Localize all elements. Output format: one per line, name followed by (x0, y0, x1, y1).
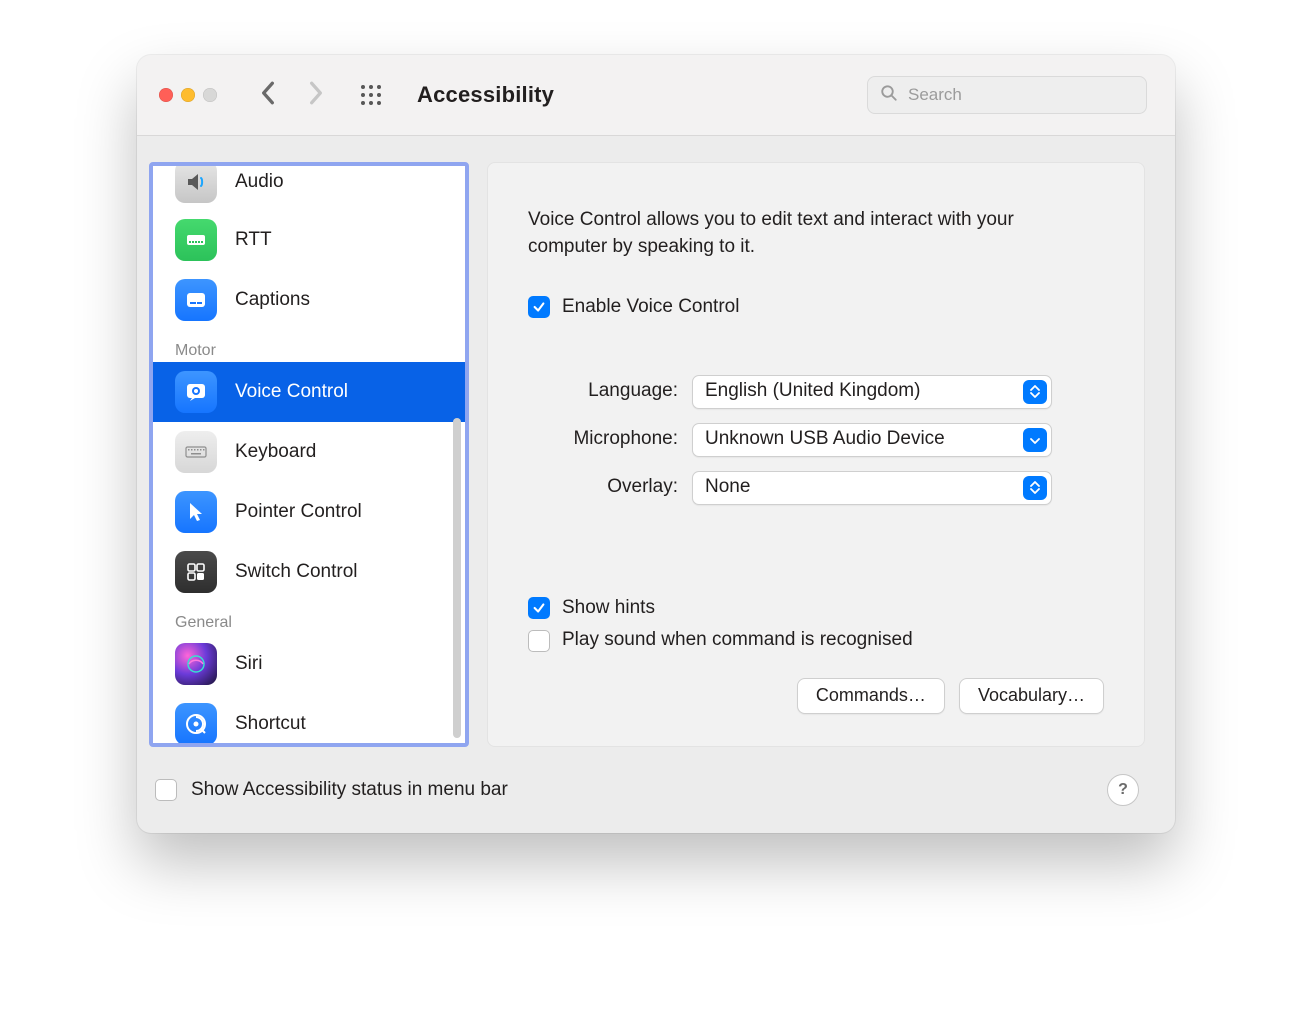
forward-button[interactable] (307, 80, 325, 111)
back-button[interactable] (259, 80, 277, 111)
play-sound-checkbox[interactable] (528, 630, 550, 652)
enable-voice-control-checkbox[interactable] (528, 296, 550, 318)
show-all-button[interactable] (359, 83, 383, 107)
sidebar-item-switch-control[interactable]: Switch Control (153, 542, 465, 602)
sidebar-item-captions[interactable]: Captions (153, 270, 465, 330)
microphone-value: Unknown USB Audio Device (705, 426, 945, 453)
sidebar-item-shortcut[interactable]: Shortcut (153, 694, 465, 743)
overlay-label: Overlay: (528, 474, 678, 501)
status-menubar-label: Show Accessibility status in menu bar (191, 779, 508, 801)
updown-icon (1023, 380, 1047, 404)
voice-control-description: Voice Control allows you to edit text an… (528, 207, 1088, 260)
sidebar-header-motor: Motor (153, 330, 465, 362)
sidebar-item-label: Keyboard (235, 441, 316, 463)
toolbar: Accessibility (137, 55, 1175, 136)
updown-icon (1023, 476, 1047, 500)
sidebar-item-audio[interactable]: Audio (153, 166, 465, 210)
zoom-window-button[interactable] (203, 88, 217, 102)
overlay-value: None (705, 474, 750, 501)
search-icon (880, 84, 898, 107)
footer: Show Accessibility status in menu bar ? (149, 765, 1145, 815)
sidebar-item-label: Audio (235, 171, 284, 193)
language-select[interactable]: English (United Kingdom) (692, 375, 1052, 409)
sidebar-header-general: General (153, 602, 465, 634)
microphone-select[interactable]: Unknown USB Audio Device (692, 423, 1052, 457)
shortcut-icon (175, 703, 217, 743)
sidebar-item-label: Captions (235, 289, 310, 311)
play-sound-label: Play sound when command is recognised (562, 627, 913, 654)
captions-icon (175, 279, 217, 321)
microphone-label: Microphone: (528, 426, 678, 453)
sidebar-scrollbar[interactable] (453, 418, 461, 738)
show-hints-label: Show hints (562, 595, 655, 622)
sidebar-item-rtt[interactable]: RTT (153, 210, 465, 270)
commands-button[interactable]: Commands… (797, 678, 945, 714)
language-label: Language: (528, 378, 678, 405)
sidebar-item-label: Switch Control (235, 561, 358, 583)
sidebar-item-siri[interactable]: Siri (153, 634, 465, 694)
siri-icon (175, 643, 217, 685)
minimize-window-button[interactable] (181, 88, 195, 102)
overlay-select[interactable]: None (692, 471, 1052, 505)
rtt-icon (175, 219, 217, 261)
vocabulary-button[interactable]: Vocabulary… (959, 678, 1104, 714)
voice-control-icon (175, 371, 217, 413)
keyboard-icon (175, 431, 217, 473)
sidebar-item-label: Voice Control (235, 381, 348, 403)
close-window-button[interactable] (159, 88, 173, 102)
switch-control-icon (175, 551, 217, 593)
pointer-icon (175, 491, 217, 533)
show-hints-checkbox[interactable] (528, 597, 550, 619)
sidebar-item-voice-control[interactable]: Voice Control (153, 362, 465, 422)
status-menubar-checkbox[interactable] (155, 779, 177, 801)
speaker-icon (175, 166, 217, 203)
sidebar-item-label: Siri (235, 653, 262, 675)
sidebar-item-label: Shortcut (235, 713, 306, 735)
sidebar-item-label: Pointer Control (235, 501, 362, 523)
sidebar-item-pointer-control[interactable]: Pointer Control (153, 482, 465, 542)
chevron-down-icon (1023, 428, 1047, 452)
settings-panel: Voice Control allows you to edit text an… (487, 162, 1145, 747)
search-input[interactable] (906, 84, 1134, 106)
sidebar-item-keyboard[interactable]: Keyboard (153, 422, 465, 482)
search-field[interactable] (867, 76, 1147, 114)
window-title: Accessibility (417, 82, 554, 108)
enable-voice-control-label: Enable Voice Control (562, 294, 739, 321)
preferences-window: Accessibility (137, 55, 1175, 833)
sidebar-item-label: RTT (235, 229, 272, 251)
help-button[interactable]: ? (1107, 774, 1139, 806)
window-controls (159, 88, 217, 102)
sidebar: Audio RTT (149, 162, 469, 747)
language-value: English (United Kingdom) (705, 378, 920, 405)
